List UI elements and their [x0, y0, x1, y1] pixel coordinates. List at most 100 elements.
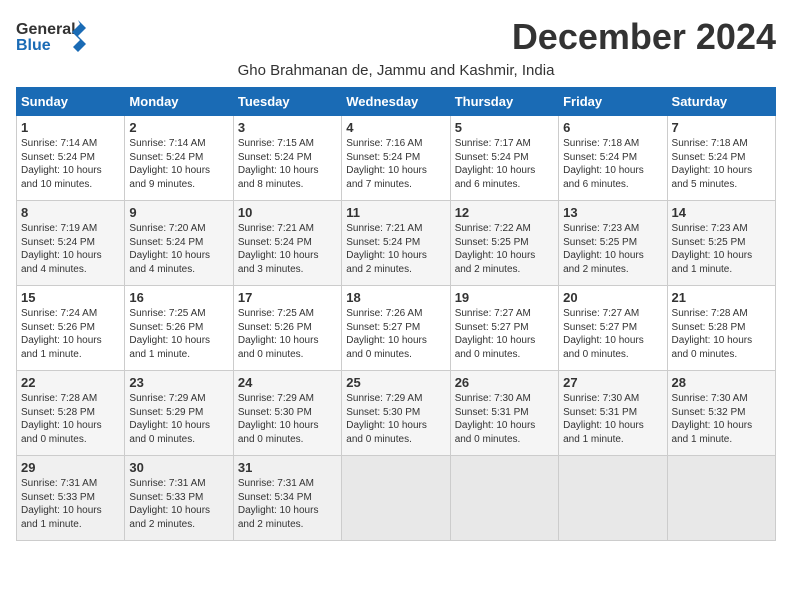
- calendar-cell: 31 Sunrise: 7:31 AMSunset: 5:34 PMDayligh…: [233, 456, 341, 541]
- calendar-cell: 28 Sunrise: 7:30 AMSunset: 5:32 PMDayligh…: [667, 371, 775, 456]
- day-info: Sunrise: 7:18 AMSunset: 5:24 PMDaylight:…: [563, 137, 662, 191]
- header: GeneralBlue December 2024: [16, 16, 776, 58]
- calendar-table: SundayMondayTuesdayWednesdayThursdayFrid…: [16, 87, 776, 541]
- day-info: Sunrise: 7:18 AMSunset: 5:24 PMDaylight:…: [672, 137, 771, 191]
- calendar-cell: 29 Sunrise: 7:31 AMSunset: 5:33 PMDayligh…: [17, 456, 125, 541]
- calendar-cell: 13 Sunrise: 7:23 AMSunset: 5:25 PMDayligh…: [559, 201, 667, 286]
- day-number: 4: [346, 120, 445, 135]
- calendar-cell: 1 Sunrise: 7:14 AMSunset: 5:24 PMDaylight…: [17, 116, 125, 201]
- day-info: Sunrise: 7:31 AMSunset: 5:33 PMDaylight:…: [21, 477, 120, 531]
- calendar-cell: 14 Sunrise: 7:23 AMSunset: 5:25 PMDayligh…: [667, 201, 775, 286]
- calendar-cell: 25 Sunrise: 7:29 AMSunset: 5:30 PMDayligh…: [342, 371, 450, 456]
- calendar-cell: 12Sunrise: 7:22 AMSunset: 5:25 PMDayligh…: [450, 201, 558, 286]
- calendar-week-row: 8 Sunrise: 7:19 AMSunset: 5:24 PMDaylight…: [17, 201, 776, 286]
- day-number: 3: [238, 120, 337, 135]
- calendar-cell: 10 Sunrise: 7:21 AMSunset: 5:24 PMDayligh…: [233, 201, 341, 286]
- calendar-cell: 30 Sunrise: 7:31 AMSunset: 5:33 PMDayligh…: [125, 456, 233, 541]
- month-title: December 2024: [512, 16, 776, 58]
- calendar-cell: 6 Sunrise: 7:18 AMSunset: 5:24 PMDaylight…: [559, 116, 667, 201]
- day-number: 19: [455, 290, 554, 305]
- day-number: 13: [563, 205, 662, 220]
- calendar-cell: 20Sunrise: 7:27 AMSunset: 5:27 PMDayligh…: [559, 286, 667, 371]
- calendar-cell: [342, 456, 450, 541]
- weekday-header-row: SundayMondayTuesdayWednesdayThursdayFrid…: [17, 88, 776, 116]
- day-info: Sunrise: 7:29 AMSunset: 5:30 PMDaylight:…: [346, 392, 445, 446]
- day-info: Sunrise: 7:14 AMSunset: 5:24 PMDaylight:…: [129, 137, 228, 191]
- calendar-cell: 15 Sunrise: 7:24 AMSunset: 5:26 PMDayligh…: [17, 286, 125, 371]
- day-info: Sunrise: 7:14 AMSunset: 5:24 PMDaylight:…: [21, 137, 120, 191]
- calendar-cell: 18Sunrise: 7:26 AMSunset: 5:27 PMDayligh…: [342, 286, 450, 371]
- day-info: Sunrise: 7:25 AMSunset: 5:26 PMDaylight:…: [238, 307, 337, 361]
- day-number: 2: [129, 120, 228, 135]
- calendar-cell: 11 Sunrise: 7:21 AMSunset: 5:24 PMDayligh…: [342, 201, 450, 286]
- day-number: 15: [21, 290, 120, 305]
- day-number: 27: [563, 375, 662, 390]
- day-info: Sunrise: 7:27 AMSunset: 5:27 PMDaylight:…: [563, 307, 662, 361]
- day-info: Sunrise: 7:23 AMSunset: 5:25 PMDaylight:…: [672, 222, 771, 276]
- day-number: 24: [238, 375, 337, 390]
- calendar-week-row: 29 Sunrise: 7:31 AMSunset: 5:33 PMDayligh…: [17, 456, 776, 541]
- day-number: 25: [346, 375, 445, 390]
- weekday-header: Wednesday: [342, 88, 450, 116]
- day-number: 16: [129, 290, 228, 305]
- calendar-cell: [450, 456, 558, 541]
- calendar-cell: 16Sunrise: 7:25 AMSunset: 5:26 PMDayligh…: [125, 286, 233, 371]
- day-number: 31: [238, 460, 337, 475]
- weekday-header: Saturday: [667, 88, 775, 116]
- page-container: GeneralBlue December 2024 Gho Brahmanan …: [16, 16, 776, 541]
- day-number: 30: [129, 460, 228, 475]
- day-number: 11: [346, 205, 445, 220]
- calendar-cell: 26Sunrise: 7:30 AMSunset: 5:31 PMDayligh…: [450, 371, 558, 456]
- calendar-cell: 24 Sunrise: 7:29 AMSunset: 5:30 PMDayligh…: [233, 371, 341, 456]
- day-number: 1: [21, 120, 120, 135]
- day-number: 17: [238, 290, 337, 305]
- calendar-cell: 2 Sunrise: 7:14 AMSunset: 5:24 PMDaylight…: [125, 116, 233, 201]
- calendar-cell: 4 Sunrise: 7:16 AMSunset: 5:24 PMDaylight…: [342, 116, 450, 201]
- day-info: Sunrise: 7:19 AMSunset: 5:24 PMDaylight:…: [21, 222, 120, 276]
- day-info: Sunrise: 7:27 AMSunset: 5:27 PMDaylight:…: [455, 307, 554, 361]
- weekday-header: Friday: [559, 88, 667, 116]
- day-info: Sunrise: 7:30 AMSunset: 5:32 PMDaylight:…: [672, 392, 771, 446]
- logo: GeneralBlue: [16, 16, 96, 56]
- day-info: Sunrise: 7:21 AMSunset: 5:24 PMDaylight:…: [346, 222, 445, 276]
- calendar-cell: 7 Sunrise: 7:18 AMSunset: 5:24 PMDaylight…: [667, 116, 775, 201]
- day-info: Sunrise: 7:17 AMSunset: 5:24 PMDaylight:…: [455, 137, 554, 191]
- weekday-header: Thursday: [450, 88, 558, 116]
- day-number: 7: [672, 120, 771, 135]
- day-info: Sunrise: 7:29 AMSunset: 5:29 PMDaylight:…: [129, 392, 228, 446]
- calendar-cell: 8 Sunrise: 7:19 AMSunset: 5:24 PMDaylight…: [17, 201, 125, 286]
- weekday-header: Monday: [125, 88, 233, 116]
- day-number: 9: [129, 205, 228, 220]
- calendar-cell: 23 Sunrise: 7:29 AMSunset: 5:29 PMDayligh…: [125, 371, 233, 456]
- day-number: 26: [455, 375, 554, 390]
- calendar-cell: 3 Sunrise: 7:15 AMSunset: 5:24 PMDaylight…: [233, 116, 341, 201]
- day-number: 28: [672, 375, 771, 390]
- calendar-cell: 22Sunrise: 7:28 AMSunset: 5:28 PMDayligh…: [17, 371, 125, 456]
- calendar-cell: [667, 456, 775, 541]
- svg-text:Blue: Blue: [16, 37, 51, 54]
- day-number: 22: [21, 375, 120, 390]
- day-number: 21: [672, 290, 771, 305]
- day-info: Sunrise: 7:31 AMSunset: 5:33 PMDaylight:…: [129, 477, 228, 531]
- day-info: Sunrise: 7:21 AMSunset: 5:24 PMDaylight:…: [238, 222, 337, 276]
- day-info: Sunrise: 7:30 AMSunset: 5:31 PMDaylight:…: [563, 392, 662, 446]
- day-info: Sunrise: 7:31 AMSunset: 5:34 PMDaylight:…: [238, 477, 337, 531]
- subtitle: Gho Brahmanan de, Jammu and Kashmir, Ind…: [16, 62, 776, 79]
- calendar-week-row: 1 Sunrise: 7:14 AMSunset: 5:24 PMDaylight…: [17, 116, 776, 201]
- calendar-cell: 27 Sunrise: 7:30 AMSunset: 5:31 PMDayligh…: [559, 371, 667, 456]
- day-number: 6: [563, 120, 662, 135]
- logo-svg: GeneralBlue: [16, 16, 96, 56]
- calendar-cell: 9Sunrise: 7:20 AMSunset: 5:24 PMDaylight…: [125, 201, 233, 286]
- day-number: 29: [21, 460, 120, 475]
- day-number: 14: [672, 205, 771, 220]
- day-number: 10: [238, 205, 337, 220]
- calendar-week-row: 15 Sunrise: 7:24 AMSunset: 5:26 PMDayligh…: [17, 286, 776, 371]
- day-info: Sunrise: 7:15 AMSunset: 5:24 PMDaylight:…: [238, 137, 337, 191]
- day-info: Sunrise: 7:24 AMSunset: 5:26 PMDaylight:…: [21, 307, 120, 361]
- day-number: 23: [129, 375, 228, 390]
- day-number: 8: [21, 205, 120, 220]
- day-info: Sunrise: 7:16 AMSunset: 5:24 PMDaylight:…: [346, 137, 445, 191]
- day-info: Sunrise: 7:29 AMSunset: 5:30 PMDaylight:…: [238, 392, 337, 446]
- calendar-cell: 19 Sunrise: 7:27 AMSunset: 5:27 PMDayligh…: [450, 286, 558, 371]
- day-info: Sunrise: 7:23 AMSunset: 5:25 PMDaylight:…: [563, 222, 662, 276]
